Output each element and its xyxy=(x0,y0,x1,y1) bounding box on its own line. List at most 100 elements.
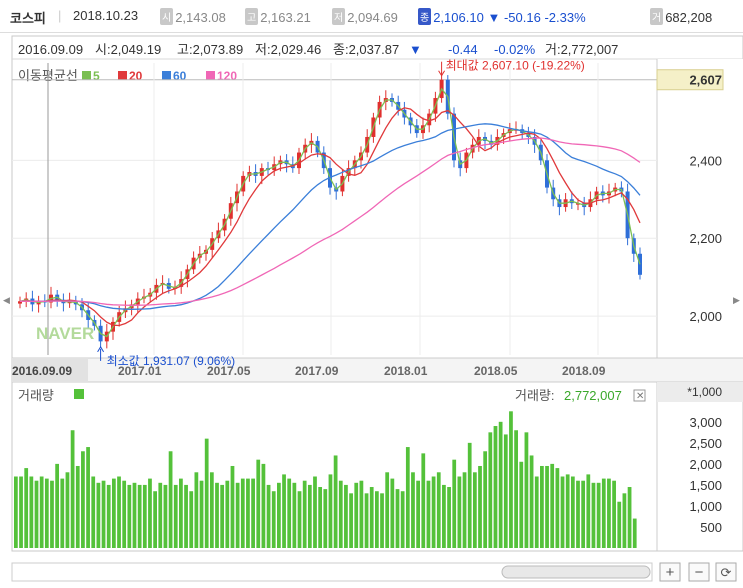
volume-bar xyxy=(261,463,266,548)
volume-bar xyxy=(287,478,292,548)
volume-bar xyxy=(560,476,565,548)
volume-bar xyxy=(349,493,353,548)
volume-bar xyxy=(220,484,225,548)
volume-bar xyxy=(509,411,513,548)
volume-unit-label: *1,000 xyxy=(687,385,722,399)
open-price: 시 2,143.08 xyxy=(160,8,226,25)
refresh-icon[interactable]: ⟳ xyxy=(721,565,732,580)
high-price: 고 2,163.21 xyxy=(245,8,311,25)
ma-legend-swatch-120 xyxy=(206,71,215,80)
price-grid xyxy=(12,63,657,355)
ma-legend-label-60: 60 xyxy=(173,69,187,83)
volume-bar xyxy=(55,463,60,548)
volume-bar xyxy=(478,465,482,548)
volume-bar xyxy=(179,478,183,548)
index-header: 코스피 | 2018.10.23 시 2,143.08 고 2,163.21 저 2,… xyxy=(0,0,743,33)
volume-bar xyxy=(194,472,199,548)
volume-bar xyxy=(550,463,555,548)
volume-bar xyxy=(426,480,431,548)
current-date: 2018.10.23 xyxy=(73,8,139,23)
volume-bar xyxy=(271,491,276,548)
volume-bar xyxy=(148,478,152,548)
stock-chart[interactable]: ◀ ▶ 2016.09.09 시:2,049.19 고:2,073.89 저:2… xyxy=(0,33,743,588)
low-price: 저 2,094.69 xyxy=(332,8,398,25)
volume-bar xyxy=(127,484,132,548)
volume-bar xyxy=(163,484,168,548)
volume-bar xyxy=(545,465,549,548)
scrollbar-thumb[interactable] xyxy=(501,565,651,579)
volume-bar xyxy=(612,480,616,548)
volume-bar xyxy=(101,480,106,548)
volume-tick-label: 3,000 xyxy=(689,415,722,430)
volume-bar xyxy=(142,484,147,548)
volume-bar xyxy=(540,465,544,548)
volume-title: 거래량 xyxy=(18,388,54,403)
scroll-left-arrow[interactable]: ◀ xyxy=(3,295,10,305)
volume-bar xyxy=(323,489,328,548)
volume-bar xyxy=(199,480,204,548)
volume-bar xyxy=(555,468,560,548)
volume-tick-label: 2,500 xyxy=(689,436,722,451)
volume-bar xyxy=(292,482,297,548)
volume-bar xyxy=(235,482,240,548)
change-arrow: ▼ xyxy=(487,10,501,25)
volume-bar xyxy=(209,472,214,548)
candles xyxy=(18,71,642,349)
divider: | xyxy=(58,8,62,23)
ma-legend-items[interactable]: 5 20 60 120 xyxy=(82,69,237,83)
max-value-label: 최대값 2,607.10 (-19.22%) xyxy=(446,59,585,73)
volume-bar xyxy=(488,432,493,548)
volume-bar xyxy=(431,476,436,548)
volume-readout-value: 2,772,007 xyxy=(564,388,622,403)
volume-bar xyxy=(462,472,467,548)
volume-tick-label: 1,500 xyxy=(689,478,722,493)
chart-frame xyxy=(11,35,743,552)
change-value: -50.16 xyxy=(503,10,541,25)
close-icon[interactable]: ✕ xyxy=(636,391,644,402)
volume-bar xyxy=(385,472,390,548)
volume-bar xyxy=(158,482,163,548)
volume-bar xyxy=(627,487,632,548)
volume-readout-label: 거래량: xyxy=(515,388,555,403)
volume-bar xyxy=(581,480,586,548)
volume-bar xyxy=(359,480,364,548)
date-tick-label: 2018.09 xyxy=(562,364,606,378)
volume-bar xyxy=(70,430,75,548)
scroll-right-arrow[interactable]: ▶ xyxy=(733,295,740,305)
volume-tick-label: 1,000 xyxy=(689,499,722,514)
plus-icon[interactable]: + xyxy=(666,564,675,581)
volume-bar xyxy=(24,468,29,548)
price-tick-label: 2,607 xyxy=(689,73,722,88)
infobar: 2016.09.09 시:2,049.19 고:2,073.89 저:2,029… xyxy=(18,42,618,57)
volume-y-ticks: 500 1,000 1,500 2,000 2,500 3,000 xyxy=(689,415,722,535)
volume-total: 거 682,208 xyxy=(650,8,713,25)
volume-bar xyxy=(91,476,96,548)
volume-bar xyxy=(184,484,188,548)
volume-bar xyxy=(467,442,472,548)
volume-bar xyxy=(86,447,90,548)
volume-bar xyxy=(442,484,446,548)
low-badge: 저 xyxy=(332,8,346,25)
volume-bar xyxy=(596,482,601,548)
volume-badge: 거 xyxy=(650,8,664,25)
volume-bar xyxy=(591,482,596,548)
volume-bar xyxy=(230,465,235,548)
ma-legend-swatch-20 xyxy=(118,71,127,80)
ma-lines xyxy=(19,87,641,338)
volume-bar xyxy=(328,474,333,548)
naver-watermark: NAVER xyxy=(36,324,94,343)
volume-legend-swatch xyxy=(74,389,84,399)
volume-bar xyxy=(251,478,255,548)
volume-bar xyxy=(524,432,529,548)
volume-bar xyxy=(483,451,488,548)
minus-icon[interactable]: − xyxy=(695,564,704,581)
volume-bar xyxy=(607,478,611,548)
change-percent: -2.33% xyxy=(544,10,586,25)
volume-bar xyxy=(173,484,178,548)
ma-legend-label-5: 5 xyxy=(93,69,100,83)
infobar-change-percent: -0.02% xyxy=(494,42,536,57)
date-tick-label: 2018.01 xyxy=(384,364,428,378)
volume-bar xyxy=(297,491,302,548)
annotations: 최대값 2,607.10 (-19.22%) 최소값 1,931.07 (9.06… xyxy=(97,59,585,368)
volume-bar xyxy=(111,478,116,548)
